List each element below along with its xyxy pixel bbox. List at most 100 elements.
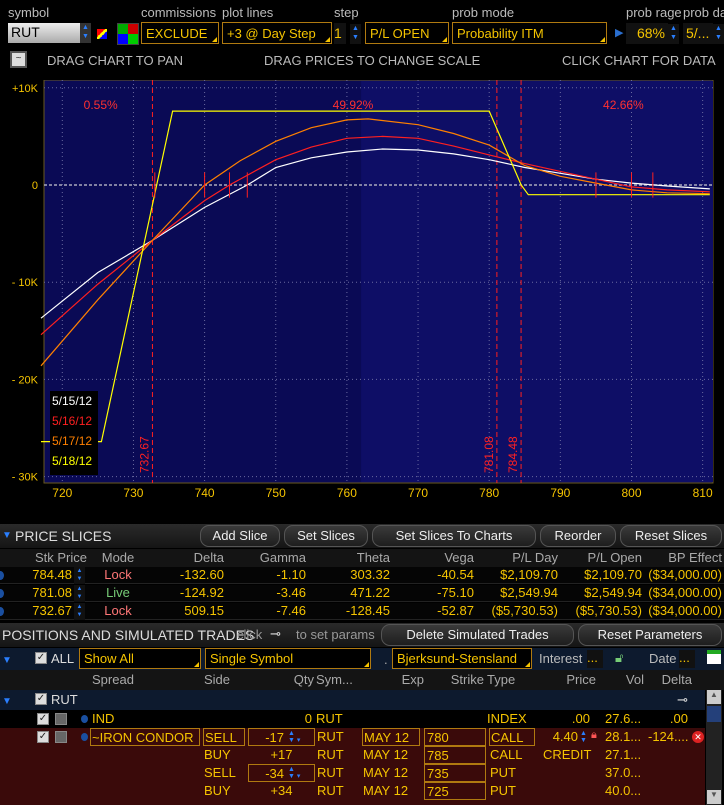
slice-delta: -124.92 — [179, 585, 224, 600]
slice-column-header[interactable]: Vega — [394, 550, 474, 565]
position-column-header[interactable]: Vol — [600, 672, 644, 687]
slice-mode[interactable]: Lock — [92, 602, 144, 620]
prob-mode-select[interactable]: Probability ITM — [452, 22, 607, 44]
ind-toggle[interactable] — [55, 713, 67, 725]
slice-column-header[interactable]: BP Effect — [646, 550, 722, 565]
prob-date-value[interactable]: 5/... — [683, 23, 713, 44]
risk-profile-chart[interactable]: 720 730 740 750 760 770 780 790 800 810 +10K 0 - 10K… — [0, 80, 724, 505]
leg-strike[interactable]: 725 — [424, 782, 486, 800]
slice-mode[interactable]: Lock — [92, 566, 144, 584]
show-filter-select[interactable]: Show All — [79, 648, 201, 669]
slice-column-header[interactable]: P/L Day — [478, 550, 558, 565]
lock-icon[interactable]: 🔒︎ — [591, 729, 597, 742]
slice-column-header[interactable]: Theta — [310, 550, 390, 565]
slice-button-1[interactable]: Set Slices — [284, 525, 368, 547]
leg-side: BUY — [204, 783, 231, 798]
prob-range-spinner[interactable]: ▲ ▼ — [668, 24, 679, 44]
color-grid-icon[interactable] — [117, 23, 139, 45]
commissions-select[interactable]: EXCLUDE — [141, 22, 219, 44]
slice-price-spinner[interactable]: ▲ ▼ — [74, 603, 85, 620]
position-column-header[interactable]: Side — [204, 672, 244, 687]
qty-spinner[interactable]: ▲ ▼ ▾ — [288, 730, 300, 744]
leg-type[interactable]: CALL — [489, 728, 535, 746]
model-select[interactable]: Bjerksund-Stensland — [392, 648, 532, 669]
leg-side[interactable]: SELL — [203, 728, 245, 746]
slice-button-3[interactable]: Reorder — [540, 525, 616, 547]
expand-arrow-icon[interactable]: ▶ — [615, 26, 623, 39]
slice-price[interactable]: 781.08 — [0, 584, 72, 602]
all-checkbox[interactable]: ✓ — [35, 652, 47, 664]
leg-exp[interactable]: MAY 12 — [362, 746, 420, 764]
interest-value[interactable]: ... — [587, 650, 603, 668]
slice-column-header[interactable]: Stk Price — [0, 550, 87, 565]
positions-scrollbar[interactable]: ▲ ▼ — [706, 690, 722, 805]
pl-mode-select[interactable]: P/L OPEN — [365, 22, 449, 44]
leg-strike[interactable]: 785 — [424, 746, 486, 764]
collapse-all-icon[interactable]: ▼ — [2, 655, 12, 666]
position-column-header[interactable]: Type — [487, 672, 537, 687]
slice-button-2[interactable]: Set Slices To Charts — [372, 525, 536, 547]
position-column-header[interactable]: Strike — [420, 672, 484, 687]
leg-spread[interactable]: ~IRON CONDOR — [90, 728, 200, 746]
condor-toggle[interactable] — [55, 731, 67, 743]
slice-column-header[interactable]: P/L Open — [562, 550, 642, 565]
slice-column-header[interactable]: Mode — [92, 550, 144, 565]
link-color-icon[interactable] — [97, 29, 107, 39]
prob-range-value[interactable]: 68% — [626, 23, 668, 44]
positions-hint-params: to set params — [296, 627, 375, 642]
symbol-input[interactable]: RUT — [8, 23, 80, 43]
x-tick-label: 770 — [408, 486, 428, 500]
collapse-icon[interactable]: ▼ — [2, 530, 12, 541]
symbol-dropdown-icon[interactable]: ▲ ▼ — [80, 23, 91, 43]
slice-button-0[interactable]: Add Slice — [200, 525, 280, 547]
calendar-icon[interactable] — [707, 650, 721, 664]
slice-price[interactable]: 732.67 — [0, 602, 72, 620]
slice-price-spinner[interactable]: ▲ ▼ — [74, 585, 85, 602]
slice-price-spinner[interactable]: ▲ ▼ — [74, 567, 85, 584]
group-wrench-icon[interactable]: ⊸ — [677, 692, 688, 708]
date-value[interactable]: ... — [679, 650, 695, 668]
slice-gamma: -3.46 — [276, 585, 306, 600]
qty-spinner[interactable]: ▲ ▼ ▾ — [288, 766, 300, 780]
leg-exp[interactable]: MAY 12 — [362, 728, 420, 746]
remove-icon[interactable]: ✕ — [692, 731, 704, 743]
condor-credit: CREDIT — [543, 747, 592, 762]
leg-strike[interactable]: 780 — [424, 728, 486, 746]
ind-checkbox[interactable]: ✓ — [37, 713, 49, 725]
slice-mode[interactable]: Live — [92, 584, 144, 602]
prob-date-spinner[interactable]: ▲ ▼ — [713, 24, 724, 44]
symbol-filter-select[interactable]: Single Symbol — [205, 648, 371, 669]
slice-column-header[interactable]: Delta — [140, 550, 224, 565]
step-value[interactable]: 1 — [334, 23, 346, 44]
slice-price[interactable]: 784.48 — [0, 566, 72, 584]
reset-parameters-button[interactable]: Reset Parameters — [578, 624, 722, 646]
leg-qty[interactable]: -34 — [248, 764, 315, 782]
legend-entry: 5/16/12 — [52, 414, 92, 428]
chart-style-icon[interactable]: ~ — [10, 51, 27, 68]
position-column-header[interactable]: Price — [540, 672, 596, 687]
leg-exp[interactable]: MAY 12 — [362, 782, 420, 800]
delete-simulated-trades-button[interactable]: Delete Simulated Trades — [381, 624, 574, 646]
plot-lines-select[interactable]: +3 @ Day Step — [222, 22, 332, 44]
leg-strike[interactable]: 735 — [424, 764, 486, 782]
position-column-header[interactable]: Qty — [246, 672, 314, 687]
leg-exp[interactable]: MAY 12 — [362, 764, 420, 782]
unlock-icon[interactable]: 🔓︎ — [615, 650, 623, 666]
position-column-header[interactable]: Delta — [648, 672, 692, 687]
position-column-header[interactable]: Sym... — [316, 672, 366, 687]
price-spinner[interactable]: ▲ ▼ — [580, 730, 587, 744]
leg-qty[interactable]: -17 — [248, 728, 315, 746]
condor-checkbox[interactable]: ✓ — [37, 731, 49, 743]
leg-type: CALL — [490, 747, 523, 762]
group-checkbox[interactable]: ✓ — [35, 693, 47, 705]
leg-vol: 40.0... — [605, 783, 642, 798]
slice-button-4[interactable]: Reset Slices — [620, 525, 722, 547]
condor-price[interactable]: 4.40 — [540, 728, 578, 746]
prob-range-label: prob rage — [626, 5, 682, 20]
price-slice-label: 784.48 — [506, 436, 520, 473]
position-column-header[interactable]: Exp — [362, 672, 424, 687]
slice-column-header[interactable]: Gamma — [226, 550, 306, 565]
step-spinner[interactable]: ▲ ▼ — [350, 24, 361, 44]
collapse-group-icon[interactable]: ▼ — [2, 696, 12, 707]
position-column-header[interactable]: Spread — [92, 672, 192, 687]
